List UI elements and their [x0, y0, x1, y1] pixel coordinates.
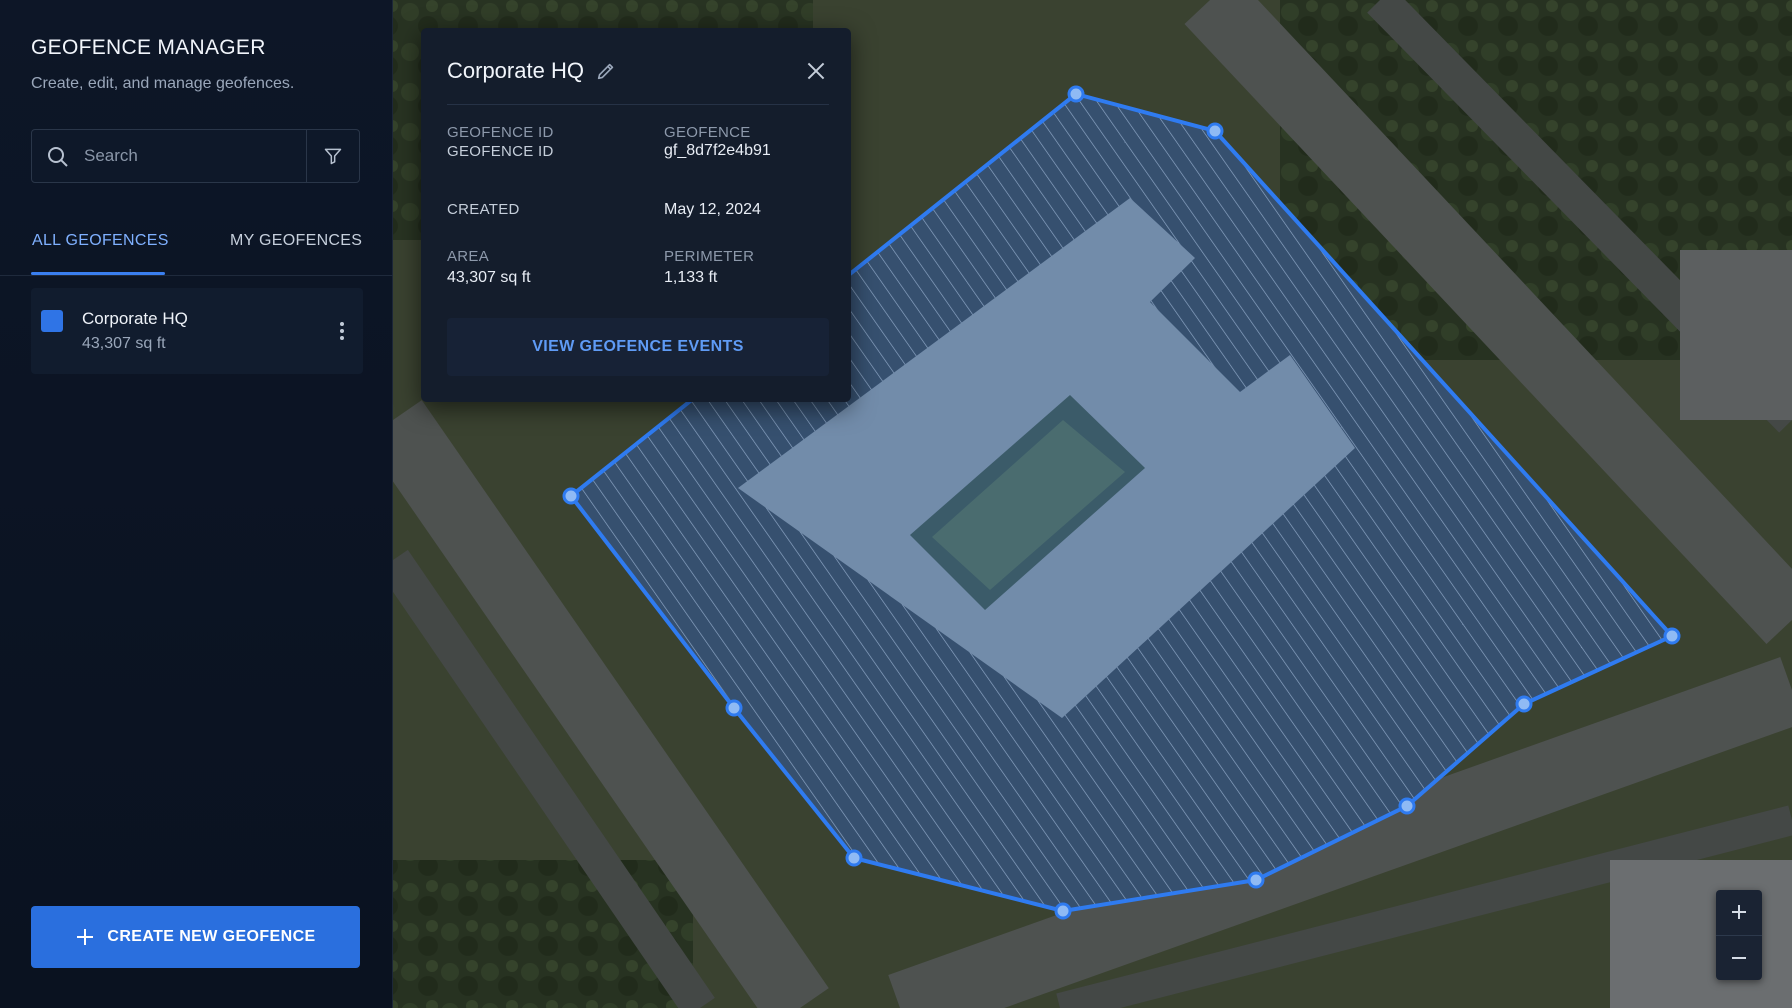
- geofence-tabs: ALL GEOFENCES MY GEOFENCES: [0, 222, 393, 276]
- geofence-list-item[interactable]: Corporate HQ 43,307 sq ft: [31, 288, 363, 374]
- app-title: GEOFENCE MANAGER: [31, 36, 266, 59]
- zoom-control: [1716, 890, 1762, 980]
- create-geofence-button[interactable]: CREATE NEW GEOFENCE: [31, 906, 360, 968]
- map-building-e: [1680, 250, 1792, 420]
- geofence-id-label: GEOFENCE ID: [447, 124, 554, 141]
- search-icon: [48, 147, 68, 167]
- tab-all-geofences[interactable]: ALL GEOFENCES: [32, 232, 169, 250]
- minus-icon: [1732, 957, 1746, 959]
- filter-button[interactable]: [306, 130, 359, 182]
- geofence-color-swatch: [41, 310, 63, 332]
- create-geofence-label: CREATE NEW GEOFENCE: [107, 928, 316, 945]
- geofence-name: Corporate HQ: [82, 309, 188, 328]
- popup-title: Corporate HQ: [447, 58, 584, 83]
- more-options-icon[interactable]: [331, 316, 353, 346]
- geofence-area: 43,307 sq ft: [82, 335, 166, 352]
- filter-icon: [324, 148, 342, 165]
- area-value: 43,307 sq ft: [447, 269, 531, 286]
- geofence-id-label-echo: GEOFENCE ID: [447, 143, 554, 160]
- geofence-info-popup: Corporate HQ GEOFENCE ID GEOFENCE ID GEO…: [421, 28, 851, 402]
- search-box: [31, 129, 360, 183]
- view-geofence-events-button[interactable]: VIEW GEOFENCE EVENTS: [447, 318, 829, 376]
- perimeter-label: PERIMETER: [664, 248, 755, 265]
- geofence-id-value: gf_8d7f2e4b91: [664, 142, 771, 159]
- perimeter-value: 1,133 ft: [664, 269, 718, 286]
- close-icon[interactable]: [803, 58, 829, 84]
- active-tab-indicator: [31, 272, 165, 275]
- popup-divider: [447, 104, 829, 105]
- created-value: May 12, 2024: [664, 201, 761, 218]
- plus-icon: [1732, 905, 1746, 919]
- created-label: CREATED: [447, 201, 520, 218]
- zoom-in-button[interactable]: [1716, 890, 1762, 934]
- sidebar: GEOFENCE MANAGER Create, edit, and manag…: [0, 0, 393, 1008]
- app-subtitle: Create, edit, and manage geofences.: [31, 75, 295, 92]
- plus-icon: [77, 929, 94, 945]
- tab-my-geofences[interactable]: MY GEOFENCES: [230, 232, 362, 250]
- search-input[interactable]: [80, 130, 336, 182]
- geofence-label-right: GEOFENCE: [664, 124, 751, 141]
- area-label: AREA: [447, 248, 490, 265]
- edit-pencil-icon[interactable]: [595, 60, 617, 82]
- map-building-se: [1610, 860, 1792, 1008]
- zoom-out-button[interactable]: [1716, 936, 1762, 980]
